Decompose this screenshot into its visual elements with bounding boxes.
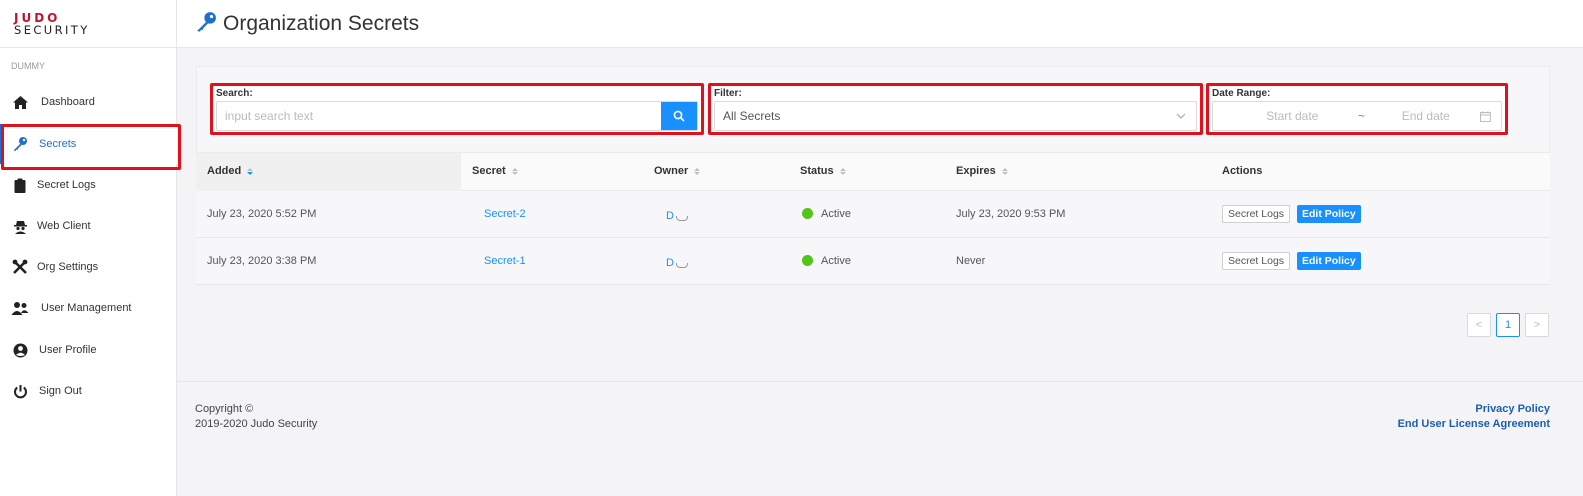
sidebar-item-label: Secret Logs [37,179,96,191]
logo: JUDO SECURITY [0,0,176,48]
cell-expires: July 23, 2020 9:53 PM [956,208,1066,220]
secret-link[interactable]: Secret-2 [484,208,526,220]
search-group: Search: [210,83,704,135]
sidebar-item-org-settings[interactable]: Org Settings [0,247,177,287]
sort-icon [694,167,701,175]
sidebar-item-label: Secrets [39,138,77,150]
secrets-table: Added Secret Owner Status Expires Action… [196,153,1550,285]
secret-link[interactable]: Secret-1 [484,255,526,267]
sidebar-item-sign-out[interactable]: Sign Out [0,371,177,411]
status-badge: Active [802,208,851,220]
filter-label: Filter: [714,88,742,99]
page-title: Organization Secrets [223,11,420,35]
pagination-page[interactable]: 1 [1496,313,1520,337]
power-icon [11,383,29,399]
edit-policy-button[interactable]: Edit Policy [1297,205,1361,223]
col-actions: Actions [1222,165,1263,177]
user-circle-icon [11,342,29,358]
chevron-down-icon [1176,113,1186,119]
table-header: Added Secret Owner Status Expires Action… [196,153,1550,191]
col-expires[interactable]: Expires [956,165,1008,177]
cell-added: July 23, 2020 3:38 PM [207,255,317,267]
sidebar-item-label: Web Client [37,220,91,232]
privacy-policy-link[interactable]: Privacy Policy [1398,402,1550,417]
start-date-input[interactable]: Start date [1233,109,1352,123]
edit-policy-button[interactable]: Edit Policy [1297,252,1361,270]
footer-links: Privacy Policy End User License Agreemen… [1398,402,1550,432]
clipboard-icon [11,177,29,193]
col-added[interactable]: Added [207,165,254,177]
search-input[interactable] [217,102,661,130]
page-header: Organization Secrets [177,0,1583,48]
owner-avatar[interactable]: D [666,257,688,269]
tools-icon [11,259,29,275]
table-row: July 23, 2020 3:38 PM Secret-1 D Active … [196,238,1550,285]
sidebar-item-label: Org Settings [37,261,99,273]
footer: Copyright © 2019-2020 Judo Security Priv… [177,381,1583,496]
spy-icon [11,218,29,234]
table-row: July 23, 2020 5:52 PM Secret-2 D Active … [196,191,1550,238]
secret-logs-button[interactable]: Secret Logs [1222,205,1291,223]
date-range-label: Date Range: [1212,88,1271,99]
col-secret[interactable]: Secret [472,165,518,177]
search-button[interactable] [661,102,697,130]
copyright: Copyright © 2019-2020 Judo Security [195,403,318,430]
col-status[interactable]: Status [800,165,846,177]
search-icon [673,110,685,122]
end-date-input[interactable]: End date [1371,109,1480,123]
cell-added: July 23, 2020 5:52 PM [207,208,317,220]
sidebar-item-label: Sign Out [39,385,82,397]
key-icon [11,136,29,152]
filter-select[interactable]: All Secrets [714,101,1197,131]
key-icon [195,11,217,36]
pagination-next[interactable]: > [1525,313,1549,337]
sidebar-item-dashboard[interactable]: Dashboard [0,82,177,122]
sidebar-item-user-profile[interactable]: User Profile [0,330,177,370]
owner-avatar[interactable]: D [666,210,688,222]
sidebar-item-label: User Management [41,302,132,314]
pagination-prev[interactable]: < [1467,313,1491,337]
home-icon [11,94,29,110]
sort-icon [1001,167,1008,175]
range-separator: ~ [1358,109,1366,123]
logo-line2: SECURITY [14,23,90,37]
users-icon [11,300,29,316]
sidebar-item-secret-logs[interactable]: Secret Logs [0,165,177,205]
sort-icon [839,167,846,175]
date-range-picker[interactable]: Start date ~ End date [1212,101,1502,131]
sidebar-item-user-management[interactable]: User Management [0,288,177,328]
sidebar: JUDO SECURITY DUMMY Dashboard Secrets Se… [0,0,181,496]
sidebar-item-secrets[interactable]: Secrets [0,124,181,170]
date-range-group: Date Range: Start date ~ End date [1206,83,1508,135]
secret-logs-button[interactable]: Secret Logs [1222,252,1291,270]
col-owner[interactable]: Owner [654,165,701,177]
status-badge: Active [802,255,851,267]
filter-panel: Search: Filter: All Secrets Date Range: … [196,66,1550,153]
search-box [216,101,698,131]
sidebar-item-label: Dashboard [41,96,95,108]
search-label: Search: [216,88,253,99]
sidebar-item-label: User Profile [39,344,97,356]
calendar-icon [1480,110,1491,122]
sort-icon [247,167,254,175]
sort-icon [511,167,518,175]
sidebar-item-web-client[interactable]: Web Client [0,206,177,246]
eula-link[interactable]: End User License Agreement [1398,417,1550,432]
filter-group: Filter: All Secrets [708,83,1203,135]
cell-expires: Never [956,255,986,267]
filter-value: All Secrets [723,109,781,123]
